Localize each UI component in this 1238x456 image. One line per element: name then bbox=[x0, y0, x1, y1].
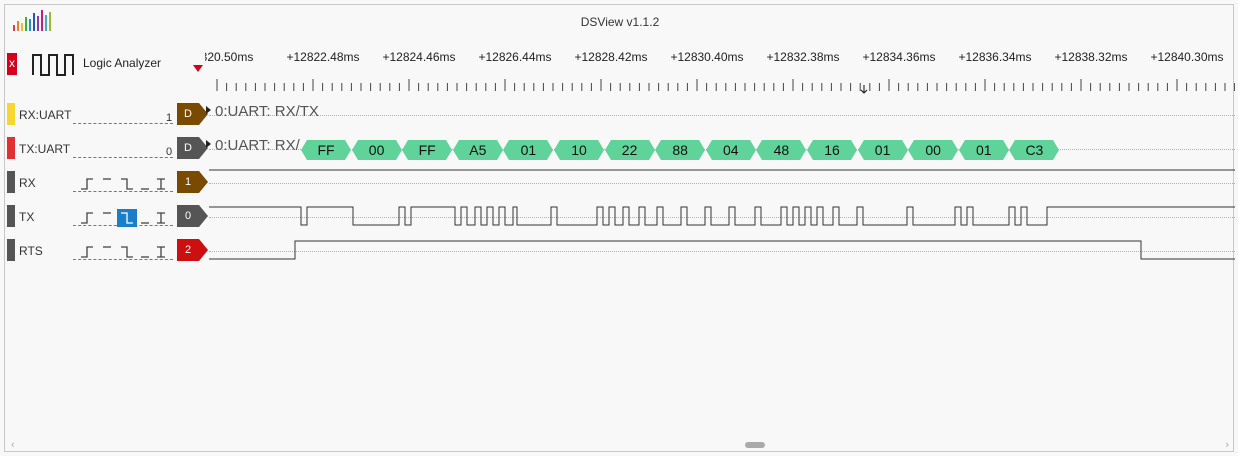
scroll-left-icon[interactable]: ‹ bbox=[11, 439, 15, 451]
trigger-rising-edge-icon bbox=[81, 246, 93, 258]
row-color-marker[interactable] bbox=[7, 205, 15, 227]
trigger-any-edge-icon bbox=[157, 246, 165, 258]
decoded-byte[interactable]: 01 bbox=[857, 140, 908, 160]
decoded-byte[interactable]: 00 bbox=[908, 140, 959, 160]
decoded-byte[interactable]: 22 bbox=[604, 140, 655, 160]
decoded-byte-value: 01 bbox=[874, 142, 891, 158]
decoded-byte-value: 04 bbox=[723, 142, 739, 158]
channel-badge[interactable]: 2 bbox=[177, 239, 209, 266]
trigger-rising-edge-icon bbox=[81, 178, 93, 190]
decoder-expand-icon[interactable] bbox=[206, 106, 211, 114]
channel-badge[interactable]: 0 bbox=[177, 205, 209, 232]
decoded-byte-value: 01 bbox=[976, 142, 992, 158]
decoded-byte[interactable]: 16 bbox=[807, 140, 857, 160]
device-dropdown-icon[interactable] bbox=[193, 65, 203, 73]
trace-row-rts: RTS 2 bbox=[5, 233, 1235, 267]
row-underline bbox=[73, 191, 173, 192]
rts-waveform bbox=[209, 240, 1235, 260]
row-dotted-baseline bbox=[209, 115, 1235, 116]
row-color-marker[interactable] bbox=[7, 137, 15, 159]
row-underline bbox=[73, 123, 173, 124]
decoder-badge[interactable]: D bbox=[177, 103, 209, 130]
decoded-byte[interactable]: 48 bbox=[756, 140, 807, 160]
horizontal-scrollbar[interactable]: ‹ › bbox=[5, 439, 1235, 453]
row-color-marker[interactable] bbox=[7, 103, 15, 125]
trace-row-rx-uart: RX:UART 1 D 0:UART: RX/TX bbox=[5, 97, 1235, 131]
decoded-byte-value: 10 bbox=[571, 142, 587, 158]
row-color-marker[interactable] bbox=[7, 239, 15, 261]
decoded-byte-value: A5 bbox=[469, 142, 487, 158]
trace-row-tx-uart: TX:UART 0 D 0:UART: RX/ FF 00 FF A5 01 10 22 88… bbox=[5, 131, 1235, 165]
row-name[interactable]: TX:UART bbox=[19, 142, 70, 156]
decoded-byte-value: 16 bbox=[824, 142, 840, 158]
title-bar: DSView v1.1.2 bbox=[5, 5, 1235, 39]
app-window: DSView v1.1.2 x Logic Analyzer 320.50ms +… bbox=[4, 4, 1235, 453]
row-name[interactable]: RX:UART bbox=[19, 108, 71, 122]
scroll-right-icon[interactable]: › bbox=[1225, 439, 1229, 451]
decoded-byte-value: FF bbox=[418, 142, 436, 158]
scrollbar-thumb[interactable] bbox=[745, 442, 765, 448]
logic-analyzer-icon bbox=[32, 54, 74, 76]
decoded-byte[interactable]: 00 bbox=[351, 140, 402, 160]
row-name[interactable]: RTS bbox=[19, 244, 43, 258]
decoder-badge[interactable]: D bbox=[177, 137, 209, 164]
decoded-byte[interactable]: 01 bbox=[503, 140, 554, 160]
trigger-any-edge-icon bbox=[157, 178, 165, 190]
decoded-byte-value: 01 bbox=[520, 142, 537, 158]
decoder-title: 0:UART: RX/TX bbox=[215, 103, 319, 120]
decoded-byte-value: 22 bbox=[621, 142, 638, 158]
window-title: DSView v1.1.2 bbox=[580, 15, 660, 29]
trigger-selector[interactable] bbox=[79, 175, 171, 191]
decoded-byte[interactable]: C3 bbox=[1009, 140, 1060, 160]
row-underline bbox=[73, 157, 173, 158]
row-color-marker[interactable] bbox=[7, 171, 15, 193]
trigger-selector[interactable] bbox=[79, 243, 171, 259]
trigger-falling-edge-icon bbox=[121, 178, 133, 190]
decoded-byte[interactable]: 10 bbox=[554, 140, 604, 160]
time-ruler[interactable]: 320.50ms +12822.48ms +12824.46ms +12826.44m… bbox=[205, 45, 1235, 97]
row-name[interactable]: TX bbox=[19, 210, 34, 224]
decoded-byte[interactable]: 04 bbox=[705, 140, 756, 160]
tx-waveform bbox=[209, 206, 1235, 226]
decoded-byte[interactable]: FF bbox=[301, 140, 351, 160]
trigger-falling-edge-icon bbox=[121, 246, 133, 258]
row-name[interactable]: RX bbox=[19, 176, 36, 190]
trace-row-tx: TX 0 bbox=[5, 199, 1235, 233]
ruler-ticks bbox=[216, 79, 1235, 94]
decoded-byte[interactable]: A5 bbox=[452, 140, 503, 160]
cursor-marker-icon bbox=[860, 85, 868, 94]
device-bar: x Logic Analyzer bbox=[5, 45, 205, 85]
channel-badge[interactable]: 1 bbox=[177, 171, 209, 198]
decoded-byte-value: C3 bbox=[1025, 142, 1044, 158]
trigger-any-edge-icon bbox=[157, 212, 165, 224]
decoded-byte[interactable]: 88 bbox=[655, 140, 706, 160]
row-underline bbox=[73, 259, 173, 260]
decoded-byte-value: 48 bbox=[773, 142, 790, 158]
decoded-byte[interactable]: 01 bbox=[958, 140, 1009, 160]
rx-waveform bbox=[209, 169, 1235, 171]
trigger-rising-edge-icon bbox=[81, 212, 93, 224]
decoded-byte-value: 88 bbox=[672, 142, 688, 158]
trigger-selector[interactable] bbox=[79, 209, 171, 227]
decoded-byte-value: 00 bbox=[368, 142, 385, 158]
decoder-expand-icon[interactable] bbox=[206, 140, 211, 148]
decoded-byte-value: FF bbox=[317, 142, 335, 158]
decoded-byte-value: 00 bbox=[925, 142, 941, 158]
decoded-byte[interactable]: FF bbox=[402, 140, 453, 160]
decoder-title: 0:UART: RX/ bbox=[215, 137, 300, 154]
device-name[interactable]: Logic Analyzer bbox=[83, 56, 161, 70]
trace-row-rx: RX 1 bbox=[5, 165, 1235, 199]
device-close-marker[interactable]: x bbox=[7, 53, 17, 75]
